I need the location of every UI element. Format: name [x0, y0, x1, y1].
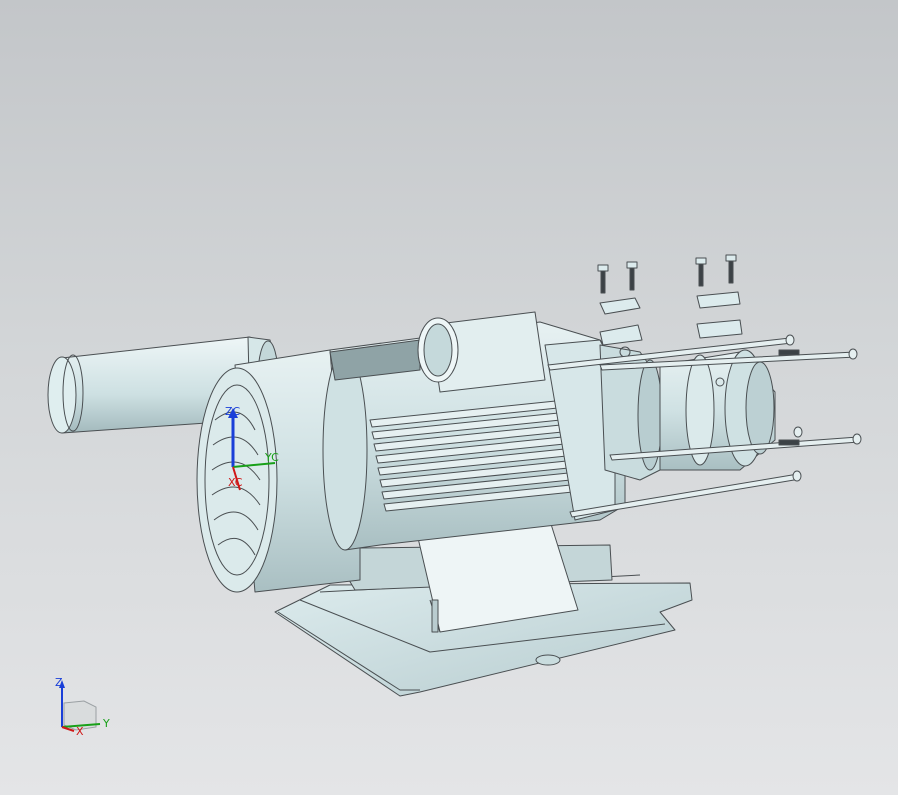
triad-x-label: X — [76, 725, 84, 738]
triad-y-label: Y — [102, 717, 110, 730]
graphics-viewport[interactable]: ZC YC XC Z Y X — [0, 0, 898, 795]
view-triad[interactable]: Z Y X — [50, 675, 120, 740]
pump-assembly-model[interactable]: ZC YC XC — [0, 0, 898, 795]
terminal-box[interactable] — [417, 311, 546, 393]
xc-label: XC — [228, 476, 243, 489]
triad-z-label: Z — [55, 676, 63, 689]
zc-label: ZC — [225, 405, 241, 418]
yc-label: YC — [264, 451, 279, 464]
